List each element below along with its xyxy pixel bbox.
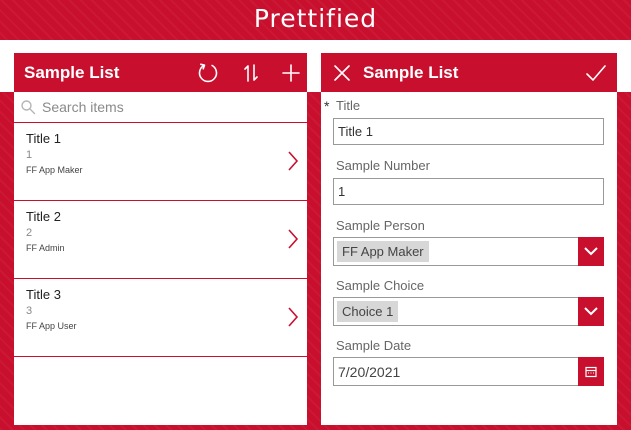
checkmark-icon[interactable] (582, 59, 609, 86)
form-panel: Sample List * Title Sample Number Sample… (321, 53, 617, 425)
add-icon[interactable] (277, 59, 304, 86)
search-input[interactable] (42, 96, 292, 118)
search-icon (20, 99, 36, 120)
list-item[interactable]: Title 2 2 FF Admin (14, 201, 307, 279)
selected-person-tag: FF App Maker (337, 241, 429, 262)
selected-choice-tag: Choice 1 (337, 301, 399, 322)
item-title: Title 2 (26, 209, 61, 224)
date-value: 7/20/2021 (338, 364, 401, 380)
sample-choice-dropdown[interactable]: Choice 1 (333, 297, 604, 326)
item-person: FF App Maker (26, 165, 83, 175)
item-title: Title 3 (26, 287, 61, 302)
title-label: Title (336, 98, 361, 113)
item-person: FF App User (26, 321, 77, 331)
list-item[interactable]: Title 1 1 FF App Maker (14, 123, 307, 201)
app-title: Prettified (253, 4, 378, 33)
close-icon[interactable] (328, 59, 355, 86)
title-field[interactable] (333, 118, 604, 145)
chevron-right-icon[interactable] (287, 228, 299, 255)
sample-person-label: Sample Person (336, 218, 425, 233)
item-number: 2 (26, 227, 33, 239)
sample-choice-label: Sample Choice (336, 278, 425, 293)
form-header: Sample List (321, 53, 617, 92)
chevron-down-icon[interactable] (578, 297, 604, 326)
sample-date-label: Sample Date (336, 338, 412, 353)
sort-icon[interactable] (237, 59, 264, 86)
item-number: 1 (26, 149, 33, 161)
item-number: 3 (26, 305, 33, 317)
item-title: Title 1 (26, 131, 61, 146)
item-person: FF Admin (26, 243, 65, 253)
list-title: Sample List (24, 63, 120, 82)
sample-person-dropdown[interactable]: FF App Maker (333, 237, 604, 266)
required-marker: * (324, 98, 330, 114)
chevron-down-icon[interactable] (578, 237, 604, 266)
refresh-icon[interactable] (194, 59, 221, 86)
list-item[interactable]: Title 3 3 FF App User (14, 279, 307, 357)
chevron-right-icon[interactable] (287, 306, 299, 333)
calendar-icon[interactable] (578, 357, 604, 386)
sample-number-field[interactable] (333, 178, 604, 205)
sample-number-label: Sample Number (336, 158, 430, 173)
sample-date-picker[interactable]: 7/20/2021 (333, 357, 604, 386)
form-title: Sample List (363, 63, 459, 82)
list-panel: Sample List Title 1 1 FF App Maker Title… (14, 53, 307, 425)
chevron-right-icon[interactable] (287, 150, 299, 177)
list-header: Sample List (14, 53, 307, 92)
search-bar (14, 92, 307, 123)
